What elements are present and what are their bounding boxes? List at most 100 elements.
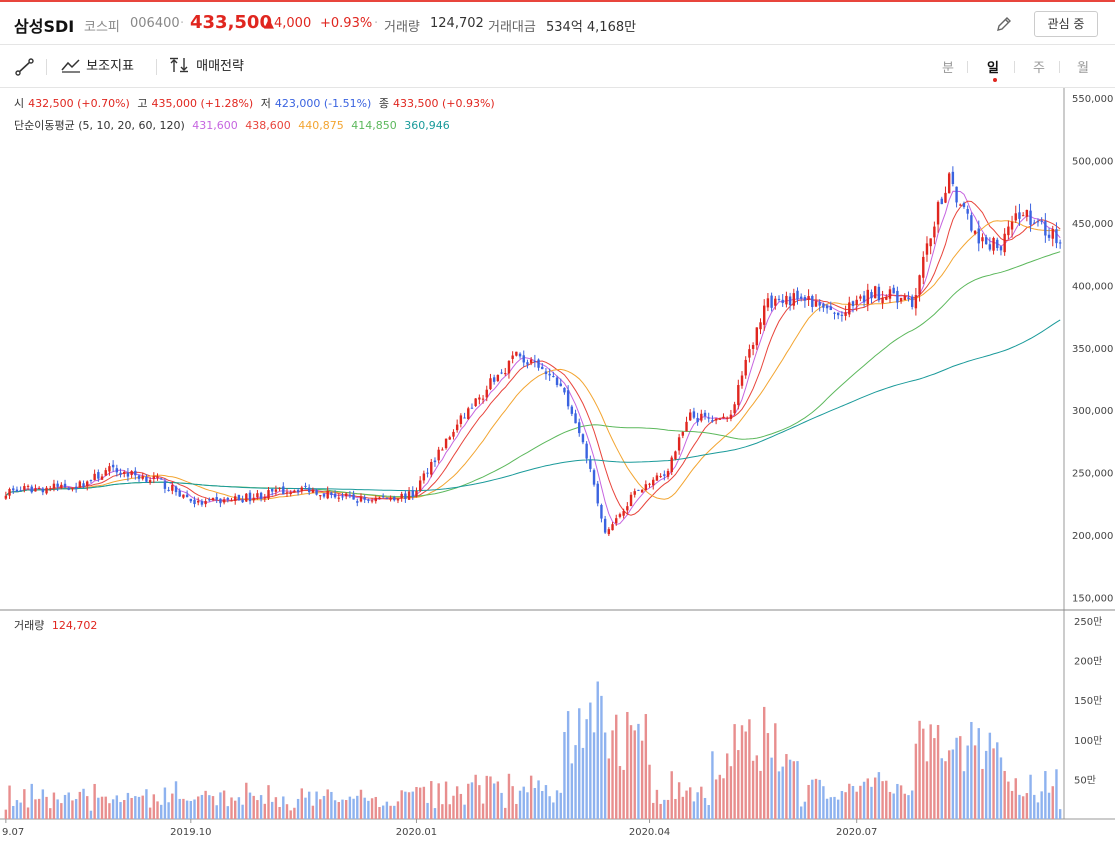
volume-bar	[208, 795, 211, 819]
candle-body	[737, 385, 740, 406]
volume-bar	[78, 791, 82, 819]
volume-bar	[873, 777, 877, 819]
candle-body	[193, 499, 196, 505]
volume-tick-label: 200만	[1074, 656, 1102, 668]
volume-bar	[293, 807, 296, 819]
volume-bar	[722, 778, 725, 819]
period-tab-week[interactable]: 주	[1033, 57, 1045, 76]
volume-bar	[463, 804, 466, 819]
volume-bar	[23, 789, 26, 819]
volume-bar	[407, 792, 411, 819]
volume-bar	[389, 805, 392, 819]
volume-bar	[248, 792, 252, 819]
volume-bar	[396, 801, 400, 819]
volume-bar	[148, 807, 152, 819]
candle-body	[644, 484, 648, 491]
volume-bar	[526, 792, 529, 819]
candle-body	[999, 246, 1003, 251]
candle-body	[489, 378, 492, 390]
volume-bar	[1036, 802, 1040, 819]
volume-bar	[751, 760, 755, 819]
volume-bar	[555, 790, 559, 819]
candle-body	[611, 524, 614, 531]
indicators-button[interactable]: 보조지표	[60, 55, 134, 74]
candle-body	[940, 198, 943, 205]
volume-bar	[41, 789, 45, 819]
candle-body	[1014, 213, 1017, 221]
volume-tick-label: 50만	[1074, 774, 1096, 786]
volume-bar	[1055, 769, 1058, 819]
volume-bar	[123, 800, 126, 819]
candle-body	[156, 476, 159, 479]
volume-bar	[541, 791, 544, 819]
candle-body	[929, 238, 932, 247]
volume-bar	[925, 761, 929, 819]
volume-bar	[1051, 786, 1054, 819]
period-tab-month[interactable]: 월	[1077, 57, 1089, 76]
volume-bar	[918, 720, 921, 819]
candle-body	[256, 493, 259, 498]
volume-bar	[936, 724, 940, 819]
time-tick-label: 2020.04	[629, 827, 670, 838]
candle-body	[973, 230, 977, 234]
volume-bar	[877, 772, 881, 819]
volume-bar	[381, 805, 385, 819]
volume-bar	[263, 803, 267, 819]
ma10-value: 438,600	[245, 119, 291, 132]
candle-body	[877, 286, 881, 301]
volume-bar	[581, 747, 585, 819]
volume-bar	[984, 750, 988, 819]
candle-body	[178, 490, 181, 497]
candle-body	[67, 487, 70, 490]
candle-body	[433, 460, 437, 463]
candle-body	[78, 481, 82, 488]
trading-strategy-button[interactable]: 매매전략	[168, 55, 244, 74]
candle-body	[873, 286, 877, 299]
open-value: 432,500 (+0.70%)	[28, 97, 130, 110]
period-tab-day[interactable]: 일	[987, 57, 999, 76]
period-tab-minute[interactable]: 분	[942, 57, 954, 76]
toolbar-divider	[46, 59, 47, 75]
candle-body	[381, 496, 385, 498]
candle-body	[30, 486, 33, 493]
candle-body	[452, 431, 455, 437]
candle-body	[407, 491, 411, 500]
volume-bar	[596, 681, 599, 819]
candle-body	[322, 494, 326, 497]
candle-body	[404, 493, 407, 500]
volume-bar	[433, 808, 437, 819]
volume-bar	[1029, 774, 1032, 819]
candle-body	[56, 483, 59, 487]
volume-bar	[652, 802, 655, 819]
volume-bar	[674, 798, 677, 819]
indicators-label: 보조지표	[86, 59, 134, 74]
candle-body	[1040, 220, 1043, 222]
candle-body	[977, 228, 980, 244]
ma-label: 단순이동평균 (5, 10, 20, 60, 120)	[14, 119, 185, 132]
candle-body	[544, 371, 548, 375]
volume-bar	[4, 809, 8, 819]
pencil-icon[interactable]	[994, 14, 1014, 34]
volume-bar	[977, 728, 980, 819]
volume-bar	[607, 758, 611, 819]
volume-bar	[45, 796, 48, 819]
candle-body	[389, 498, 392, 500]
candle-body	[563, 387, 566, 393]
volume-bar	[200, 794, 204, 819]
volume-bar	[470, 782, 474, 819]
volume-bar	[448, 804, 451, 819]
volume-bar	[962, 771, 966, 819]
price-chart[interactable]: 550,000 500,000 450,000 400,000 350,000 300,0…	[0, 88, 1115, 844]
volume-tick-label: 150만	[1074, 695, 1102, 707]
volume-bar	[333, 800, 337, 819]
time-tick-label: 2019.10	[170, 827, 211, 838]
volume-bar	[781, 766, 784, 819]
candle-body	[34, 488, 37, 492]
drawing-tool-icon[interactable]	[14, 57, 36, 77]
candle-body	[811, 296, 814, 307]
volume-bar	[226, 806, 230, 819]
candle-body	[1003, 233, 1006, 253]
candle-body	[82, 483, 85, 488]
watchlist-button[interactable]: 관심 중	[1034, 11, 1098, 37]
candle-body	[204, 501, 207, 505]
